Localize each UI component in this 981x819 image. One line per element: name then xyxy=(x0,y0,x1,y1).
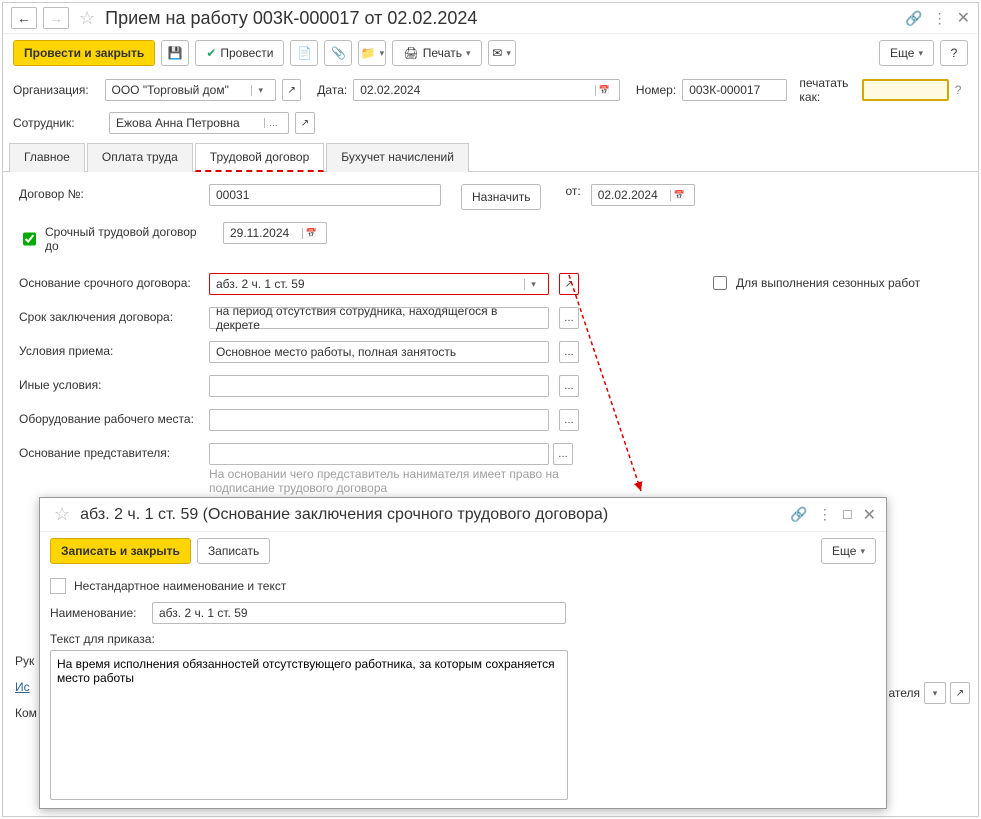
tab-contract[interactable]: Трудовой договор xyxy=(195,143,324,172)
equipment-label: Оборудование рабочего места: xyxy=(19,409,199,426)
fixed-term-date-input[interactable]: 29.11.2024 📅 xyxy=(223,222,327,244)
external-icon: ↗ xyxy=(301,118,309,129)
nav-back-button[interactable]: ← xyxy=(11,7,37,29)
attachment-button[interactable]: 📎 xyxy=(324,40,352,66)
floppy-icon: 💾 xyxy=(168,46,183,60)
basis-open-button[interactable]: ↗ xyxy=(559,273,579,295)
atelya-text: ателя xyxy=(888,686,920,700)
conditions-ellipsis-button[interactable]: … xyxy=(559,341,579,363)
contract-number-input[interactable]: 00031 xyxy=(209,184,441,206)
employee-label: Сотрудник: xyxy=(13,116,103,130)
equipment-input[interactable] xyxy=(209,409,549,431)
nav-forward-button[interactable]: → xyxy=(43,7,69,29)
popup-more-dropdown[interactable]: Еще▾ xyxy=(821,538,876,564)
popup-order-text-area[interactable] xyxy=(50,650,568,800)
from-date-input[interactable]: 02.02.2024 📅 xyxy=(591,184,695,206)
popup-kebab-icon[interactable]: ⋮ xyxy=(818,506,832,523)
external-icon: ↗ xyxy=(288,85,296,96)
number-input[interactable]: 003К-000017 xyxy=(682,79,787,101)
bottom-open1[interactable]: ↗ xyxy=(950,682,970,704)
link-icon[interactable]: 🔗 xyxy=(905,10,922,27)
equipment-ellipsis-button[interactable]: … xyxy=(559,409,579,431)
paperclip-icon: 📎 xyxy=(331,46,346,60)
doc-button[interactable]: 📄 xyxy=(290,40,318,66)
basis-label: Основание срочного договора: xyxy=(19,273,199,290)
tab-main[interactable]: Главное xyxy=(9,143,85,172)
conditions-label: Условия приема: xyxy=(19,341,199,358)
popup-maximize-icon[interactable]: ☐ xyxy=(842,508,853,522)
chevron-down-icon[interactable]: ▾ xyxy=(524,279,542,290)
seasonal-checkbox[interactable] xyxy=(713,276,727,290)
employee-select[interactable]: Ежова Анна Петровна … xyxy=(109,112,289,134)
popup-star-icon[interactable]: ☆ xyxy=(54,504,70,525)
seasonal-label: Для выполнения сезонных работ xyxy=(736,276,920,290)
basis-select[interactable]: абз. 2 ч. 1 ст. 59 ▾ xyxy=(209,273,549,295)
print-as-help-icon[interactable]: ? xyxy=(955,83,968,97)
print-dropdown-button[interactable]: 🖨Печать▾ xyxy=(392,40,481,66)
calendar-icon[interactable]: 📅 xyxy=(595,85,613,96)
date-input[interactable]: 02.02.2024 📅 xyxy=(353,79,620,101)
tab-pay[interactable]: Оплата труда xyxy=(87,143,193,172)
conditions-input[interactable]: Основное место работы, полная занятость xyxy=(209,341,549,363)
period-ellipsis-button[interactable]: … xyxy=(559,307,579,329)
post-and-close-button[interactable]: Провести и закрыть xyxy=(13,40,155,66)
popup-link-icon[interactable]: 🔗 xyxy=(790,506,807,523)
rep-basis-input[interactable] xyxy=(209,443,549,465)
chevron-down-icon[interactable]: ▾ xyxy=(251,85,269,96)
print-as-label: печатать как: xyxy=(799,76,856,104)
save-button[interactable]: 💾 xyxy=(161,40,189,66)
external-icon: ↗ xyxy=(956,688,964,699)
document-icon: 📄 xyxy=(297,46,312,60)
help-button[interactable]: ? xyxy=(940,40,968,66)
number-label: Номер: xyxy=(636,83,676,97)
other-input[interactable] xyxy=(209,375,549,397)
org-label: Организация: xyxy=(13,83,99,97)
check-icon: ✔ xyxy=(206,46,216,60)
org-select[interactable]: ООО "Торговый дом" ▾ xyxy=(105,79,277,101)
org-open-button[interactable]: ↗ xyxy=(282,79,301,101)
popup-save-close-button[interactable]: Записать и закрыть xyxy=(50,538,191,564)
bottom-dd1[interactable]: ▾ xyxy=(924,682,946,704)
popup-save-button[interactable]: Записать xyxy=(197,538,270,564)
post-button[interactable]: ✔Провести xyxy=(195,40,284,66)
from-label: от: xyxy=(565,184,580,198)
calendar-icon[interactable]: 📅 xyxy=(302,228,320,239)
contract-number-label: Договор №: xyxy=(19,184,199,201)
fixed-term-label: Срочный трудовой договор до xyxy=(45,225,199,253)
folder-dropdown-button[interactable]: 📁▾ xyxy=(358,40,386,66)
question-icon: ? xyxy=(951,46,958,60)
popup-order-text-label: Текст для приказа: xyxy=(50,632,155,646)
popup-name-input[interactable]: абз. 2 ч. 1 ст. 59 xyxy=(152,602,566,624)
assign-button[interactable]: Назначить xyxy=(461,184,541,210)
period-label: Срок заключения договора: xyxy=(19,307,199,324)
other-ellipsis-button[interactable]: … xyxy=(559,375,579,397)
print-as-input[interactable] xyxy=(862,79,948,101)
close-icon[interactable]: ✕ xyxy=(957,8,970,28)
folder-icon: 📁 xyxy=(361,46,376,60)
kebab-menu-icon[interactable]: ⋮ xyxy=(933,10,947,27)
rep-basis-ellipsis-button[interactable]: … xyxy=(553,443,573,465)
popup-title: абз. 2 ч. 1 ст. 59 (Основание заключения… xyxy=(80,506,784,524)
mail-dropdown-button[interactable]: ✉▾ xyxy=(488,40,516,66)
external-icon: ↗ xyxy=(565,279,573,290)
more-dropdown-button[interactable]: Еще▾ xyxy=(879,40,934,66)
rep-basis-label: Основание представителя: xyxy=(19,443,199,460)
calendar-icon[interactable]: 📅 xyxy=(670,190,688,201)
nonstd-label: Нестандартное наименование и текст xyxy=(74,579,286,593)
rep-basis-help: На основании чего представитель нанимате… xyxy=(209,467,559,495)
printer-icon: 🖨 xyxy=(403,46,418,60)
envelope-icon: ✉ xyxy=(492,46,502,60)
popup-close-icon[interactable]: ✕ xyxy=(863,505,876,525)
date-label: Дата: xyxy=(317,83,347,97)
nonstd-checkbox[interactable] xyxy=(50,578,66,594)
other-label: Иные условия: xyxy=(19,375,199,392)
period-input[interactable]: на период отсутствия сотрудника, находящ… xyxy=(209,307,549,329)
tab-accounting[interactable]: Бухучет начислений xyxy=(326,143,469,172)
employee-open-button[interactable]: ↗ xyxy=(295,112,315,134)
ellipsis-icon[interactable]: … xyxy=(264,118,282,128)
window-title: Прием на работу 003К-000017 от 02.02.202… xyxy=(105,8,899,29)
fixed-term-checkbox[interactable] xyxy=(23,232,36,246)
favorite-star-icon[interactable]: ☆ xyxy=(79,8,95,29)
popup-name-label: Наименование: xyxy=(50,606,144,620)
